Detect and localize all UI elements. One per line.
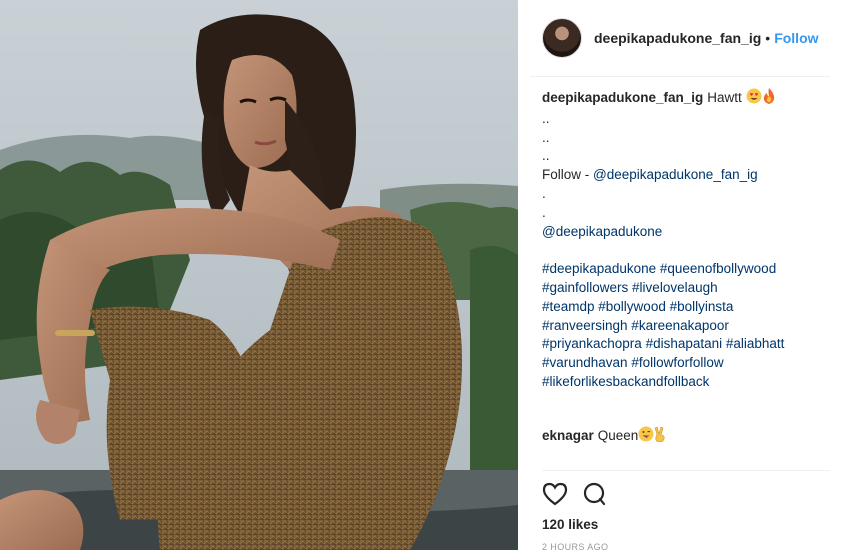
- caption-dots-3: ..: [542, 148, 550, 164]
- tongue-wink-emoji-icon: [638, 426, 654, 445]
- caption-username[interactable]: deepikapadukone_fan_ig: [542, 90, 703, 105]
- hashtag-line[interactable]: #ranveersingh #kareenakapoor: [542, 318, 729, 333]
- hashtag-line[interactable]: #varundhavan #followforfollow: [542, 355, 724, 370]
- hashtag-line[interactable]: #gainfollowers #livelovelaugh: [542, 280, 718, 295]
- action-bar: [542, 482, 608, 508]
- header-username[interactable]: deepikapadukone_fan_ig: [594, 30, 761, 46]
- caption-single-dot-2: .: [542, 204, 546, 220]
- post-timestamp[interactable]: 2 HOURS AGO: [542, 542, 608, 552]
- avatar[interactable]: [542, 18, 582, 58]
- follow-prefix: Follow -: [542, 167, 594, 183]
- comment-text: Queen: [597, 428, 639, 443]
- caption-dots-1: ..: [542, 110, 550, 126]
- post-header: deepikapadukone_fan_ig • Follow: [530, 0, 830, 77]
- like-count[interactable]: 120 likes: [542, 517, 598, 532]
- victory-hand-emoji-icon: [654, 426, 666, 445]
- caption-dots-2: ..: [542, 129, 550, 145]
- hashtag-line[interactable]: #likeforlikesbackandfollback: [542, 374, 709, 389]
- heart-eyes-emoji-icon: [746, 88, 762, 110]
- photo-illustration: [0, 0, 518, 550]
- heart-icon[interactable]: [542, 482, 568, 508]
- hashtag-line[interactable]: #priyankachopra #dishapatani #aliabhatt: [542, 336, 784, 351]
- follow-handle-link[interactable]: @deepikapadukone_fan_ig: [593, 167, 758, 182]
- hashtag-line[interactable]: #teamdp #bollywood #bollyinsta: [542, 299, 733, 314]
- photo-divider-strip: [518, 0, 530, 550]
- actions-divider: [542, 470, 830, 471]
- caption: deepikapadukone_fan_ig Hawtt .. .. .. Fol…: [542, 88, 830, 392]
- comment-row: eknagar Queen: [542, 426, 830, 445]
- hashtag-line[interactable]: #deepikapadukone #queenofbollywood: [542, 261, 776, 276]
- post-photo[interactable]: [0, 0, 518, 550]
- comment-username[interactable]: eknagar: [542, 428, 594, 443]
- caption-text: Hawtt: [707, 90, 742, 105]
- fire-emoji-icon: [762, 88, 776, 110]
- separator-dot: •: [765, 30, 771, 46]
- caption-single-dot-1: .: [542, 185, 546, 201]
- follow-button[interactable]: Follow: [774, 30, 818, 46]
- mention-link[interactable]: @deepikapadukone: [542, 224, 662, 239]
- post-sidebar: deepikapadukone_fan_ig • Follow deepikap…: [530, 0, 850, 552]
- comment-bubble-icon[interactable]: [582, 482, 608, 508]
